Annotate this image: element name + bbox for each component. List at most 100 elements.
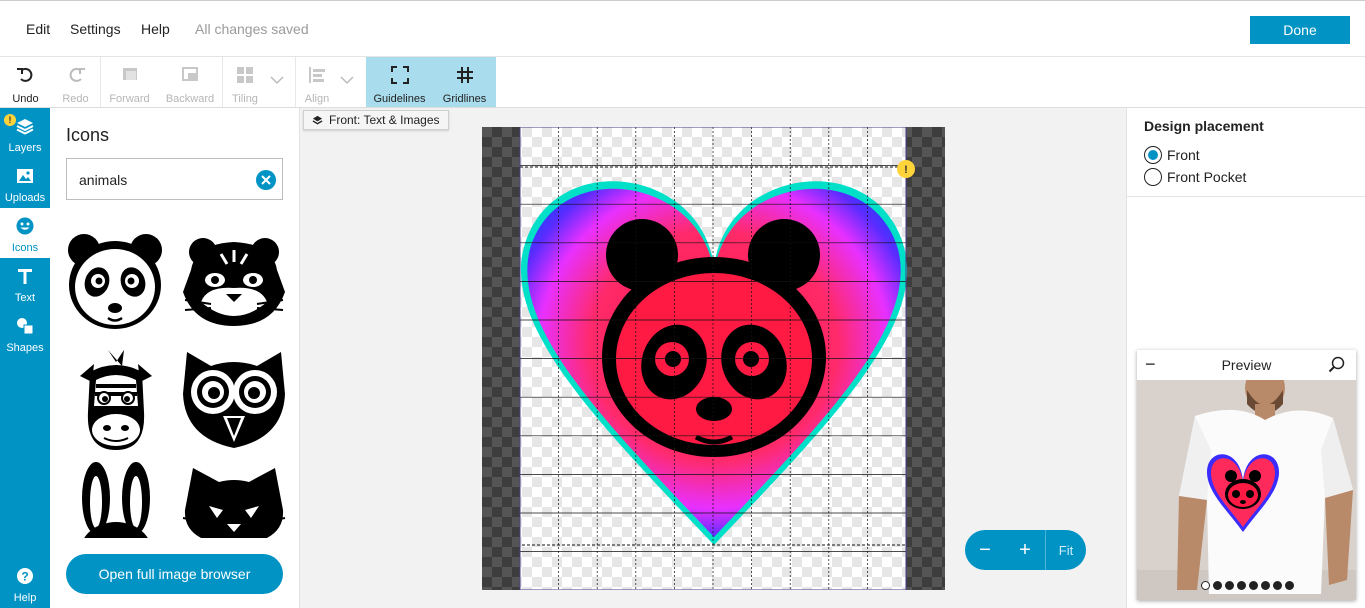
preview-page-dot[interactable] bbox=[1261, 581, 1270, 590]
rail-item-uploads[interactable]: Uploads bbox=[0, 158, 50, 208]
tiling-button[interactable]: Tiling bbox=[223, 57, 267, 107]
image-upload-icon bbox=[15, 166, 35, 186]
rail-item-icons[interactable]: Icons bbox=[0, 208, 50, 258]
gridlines-label: Gridlines bbox=[442, 93, 487, 105]
side-tag[interactable]: Front: Text & Images bbox=[303, 110, 449, 130]
search-box bbox=[66, 158, 283, 200]
gridlines-icon bbox=[455, 65, 475, 85]
tiling-label: Tiling bbox=[232, 93, 258, 105]
owl-icon[interactable] bbox=[181, 346, 285, 450]
tshirt-preview-image bbox=[1137, 380, 1356, 600]
design-canvas-area: Front: Text & Images ! − + Fit bbox=[300, 108, 1126, 608]
smiley-icon bbox=[15, 216, 35, 236]
preview-page-dot[interactable] bbox=[1201, 581, 1210, 590]
backward-button[interactable]: Backward bbox=[158, 57, 222, 107]
placement-label-front-pocket: Front Pocket bbox=[1167, 169, 1247, 185]
preview-page-dot[interactable] bbox=[1237, 581, 1246, 590]
warning-badge: ! bbox=[4, 114, 16, 126]
preview-header: − Preview bbox=[1137, 350, 1356, 380]
rail-label-icons: Icons bbox=[11, 242, 39, 254]
rail-label-uploads: Uploads bbox=[4, 192, 46, 204]
open-full-image-browser-button[interactable]: Open full image browser bbox=[66, 554, 283, 594]
tiger-icon[interactable] bbox=[181, 230, 285, 334]
layers-icon bbox=[15, 116, 35, 136]
text-icon bbox=[15, 266, 35, 286]
placement-option-front-pocket[interactable]: Front Pocket bbox=[1144, 168, 1246, 186]
panel-title: Icons bbox=[66, 125, 110, 145]
send-backward-icon bbox=[180, 65, 200, 85]
zoom-controls: − + Fit bbox=[965, 530, 1086, 570]
menu-edit[interactable]: Edit bbox=[26, 21, 50, 37]
placement-option-front[interactable]: Front bbox=[1144, 146, 1200, 164]
menu-help[interactable]: Help bbox=[141, 21, 170, 37]
guidelines-toggle[interactable]: Guidelines bbox=[366, 57, 433, 107]
preview-page-dot[interactable] bbox=[1285, 581, 1294, 590]
zebra-icon[interactable] bbox=[66, 346, 166, 450]
svg-text:?: ? bbox=[21, 570, 28, 584]
preview-card: − Preview bbox=[1137, 350, 1356, 600]
align-icon bbox=[307, 65, 327, 85]
bring-forward-icon bbox=[120, 65, 140, 85]
backward-label: Backward bbox=[165, 93, 215, 105]
done-button[interactable]: Done bbox=[1250, 16, 1350, 44]
radio-front[interactable] bbox=[1144, 146, 1162, 164]
rail-item-shapes[interactable]: Shapes bbox=[0, 308, 50, 358]
redo-button[interactable]: Redo bbox=[51, 57, 100, 107]
divider bbox=[1127, 196, 1365, 197]
zoom-in-button[interactable]: + bbox=[1005, 530, 1045, 570]
rail-item-layers[interactable]: ! Layers bbox=[0, 108, 50, 158]
close-icon bbox=[261, 175, 271, 185]
search-input[interactable] bbox=[79, 170, 249, 190]
zoom-out-button[interactable]: − bbox=[965, 530, 1005, 570]
rail-item-text[interactable]: Text bbox=[0, 258, 50, 308]
chevron-down-icon[interactable] bbox=[340, 73, 354, 92]
clear-search-button[interactable] bbox=[256, 170, 276, 190]
align-button[interactable]: Align bbox=[296, 57, 338, 107]
tiling-icon bbox=[235, 65, 255, 85]
icon-results-grid bbox=[66, 230, 288, 538]
menu-bar: Edit Settings Help All changes saved Don… bbox=[0, 0, 1365, 57]
shapes-icon bbox=[15, 316, 35, 336]
toolbar: Undo Redo Forward Backward Tiling Align bbox=[0, 57, 1365, 108]
layers-icon bbox=[312, 115, 323, 125]
undo-label: Undo bbox=[12, 93, 39, 105]
guidelines-icon bbox=[390, 65, 410, 85]
rail-label-text: Text bbox=[14, 292, 36, 304]
side-tag-label: Front: Text & Images bbox=[329, 113, 440, 127]
placement-label-front: Front bbox=[1167, 147, 1200, 163]
rail-label-shapes: Shapes bbox=[6, 342, 44, 354]
icons-panel: Icons animals Open full image browser bbox=[50, 108, 300, 608]
rabbit-icon[interactable] bbox=[66, 462, 166, 538]
radio-front-pocket[interactable] bbox=[1144, 168, 1162, 186]
preview-page-dot[interactable] bbox=[1273, 581, 1282, 590]
design-warning-badge[interactable]: ! bbox=[897, 160, 915, 178]
preview-page-dot[interactable] bbox=[1249, 581, 1258, 590]
forward-label: Forward bbox=[109, 93, 150, 105]
design-placement-title: Design placement bbox=[1144, 118, 1264, 134]
preview-page-dot[interactable] bbox=[1225, 581, 1234, 590]
align-label: Align bbox=[304, 93, 330, 105]
zoom-fit-button[interactable]: Fit bbox=[1045, 530, 1086, 570]
chevron-down-icon[interactable] bbox=[270, 73, 284, 92]
preview-title: Preview bbox=[1221, 357, 1272, 373]
zoom-preview-icon[interactable] bbox=[1328, 356, 1345, 378]
help-icon: ? bbox=[15, 566, 35, 586]
guidelines-label: Guidelines bbox=[373, 93, 426, 105]
menu-settings[interactable]: Settings bbox=[70, 21, 121, 37]
cat-icon[interactable] bbox=[181, 462, 286, 538]
undo-icon bbox=[16, 65, 36, 85]
redo-icon bbox=[66, 65, 86, 85]
design-canvas[interactable]: ! bbox=[482, 127, 945, 590]
rail-label-layers: Layers bbox=[8, 142, 42, 154]
forward-button[interactable]: Forward bbox=[101, 57, 158, 107]
preview-pager bbox=[1201, 581, 1294, 590]
rail-label-help: Help bbox=[13, 592, 37, 604]
rail-item-help[interactable]: ? Help bbox=[0, 558, 50, 608]
panda-icon[interactable] bbox=[66, 230, 166, 334]
gridlines-toggle[interactable]: Gridlines bbox=[433, 57, 496, 107]
redo-label: Redo bbox=[62, 93, 89, 105]
save-status: All changes saved bbox=[195, 21, 309, 37]
warning-mark: ! bbox=[904, 164, 908, 176]
preview-page-dot[interactable] bbox=[1213, 581, 1222, 590]
undo-button[interactable]: Undo bbox=[0, 57, 51, 107]
